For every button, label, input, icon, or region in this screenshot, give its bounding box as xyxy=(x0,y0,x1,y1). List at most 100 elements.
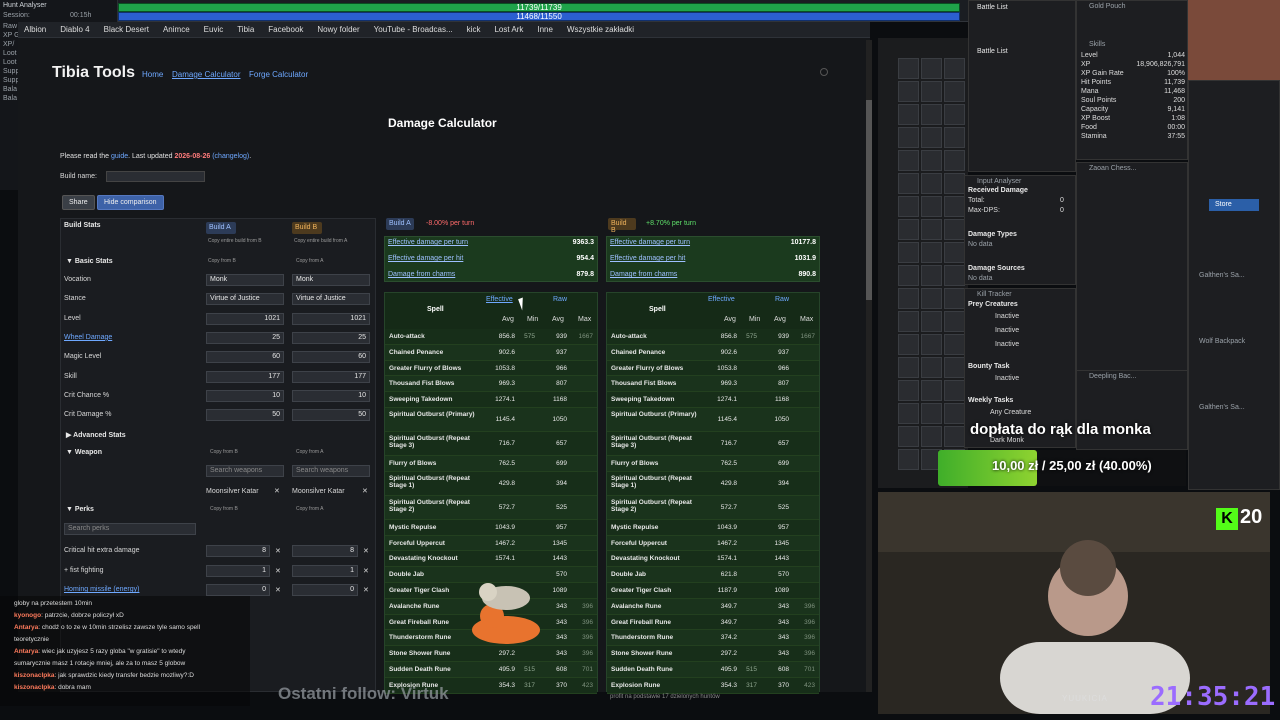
bookmark-item[interactable]: Lost Ark xyxy=(494,25,523,34)
remove-perk-b-icon[interactable]: ✕ xyxy=(363,586,369,594)
stat-b-input[interactable]: Monk xyxy=(292,274,370,286)
search-weapons-b[interactable]: Search weapons xyxy=(292,465,370,477)
basic-stats-toggle[interactable]: ▼ Basic Stats xyxy=(66,258,113,265)
stat-a-input[interactable]: 50 xyxy=(206,409,284,422)
creature-slot[interactable] xyxy=(944,403,965,424)
creature-slot[interactable] xyxy=(921,403,942,424)
creature-slot[interactable] xyxy=(898,380,919,401)
creature-slot[interactable] xyxy=(921,104,942,125)
copy-entire-from-b[interactable]: Copy entire build from B xyxy=(208,238,262,244)
theme-toggle-icon[interactable] xyxy=(820,68,828,76)
creature-slot[interactable] xyxy=(944,58,965,79)
copy-perks-from-a[interactable]: Copy from A xyxy=(296,506,324,512)
stat-b-input[interactable]: 177 xyxy=(292,370,370,383)
creature-slot[interactable] xyxy=(921,127,942,148)
creature-slot[interactable] xyxy=(944,81,965,102)
bookmark-item[interactable]: kick xyxy=(467,25,481,34)
bookmark-item[interactable]: YouTube - Broadcas... xyxy=(374,25,453,34)
stat-a-input[interactable]: Virtue of Justice xyxy=(206,293,284,306)
changelog-link[interactable]: (changelog) xyxy=(212,153,249,160)
bookmark-item[interactable]: Nowy folder xyxy=(317,25,359,34)
col-effective[interactable]: Effective xyxy=(708,296,735,303)
creature-slot[interactable] xyxy=(944,380,965,401)
creature-slot[interactable] xyxy=(921,242,942,263)
creature-slot[interactable] xyxy=(921,81,942,102)
creature-slot[interactable] xyxy=(921,288,942,309)
copy-weapon-from-a[interactable]: Copy from A xyxy=(296,449,324,455)
creature-slot[interactable] xyxy=(898,150,919,171)
copy-perks-from-b[interactable]: Copy from B xyxy=(210,506,238,512)
stat-a-input[interactable]: 177 xyxy=(206,370,284,383)
copy-basic-from-a[interactable]: Copy from A xyxy=(296,258,324,264)
perk-b-input[interactable]: 1 xyxy=(292,564,358,577)
creature-slot[interactable] xyxy=(921,311,942,332)
remove-weapon-b-icon[interactable]: ✕ xyxy=(362,487,368,495)
search-weapons-a[interactable]: Search weapons xyxy=(206,465,284,477)
bookmark-item[interactable]: Animce xyxy=(163,25,190,34)
search-perks-input[interactable]: Search perks xyxy=(64,523,196,535)
creature-slot[interactable] xyxy=(921,357,942,378)
perk-a-input[interactable]: 0 xyxy=(206,584,270,596)
creature-slot[interactable] xyxy=(898,334,919,355)
creature-slot[interactable] xyxy=(944,426,965,447)
remove-perk-a-icon[interactable]: ✕ xyxy=(275,547,281,555)
stat-b-input[interactable]: Virtue of Justice xyxy=(292,293,370,306)
copy-entire-from-a[interactable]: Copy entire build from A xyxy=(294,238,347,244)
creature-slot[interactable] xyxy=(921,265,942,286)
store-button[interactable]: Store xyxy=(1209,199,1259,211)
bookmark-item[interactable]: Diablo 4 xyxy=(60,25,89,34)
bookmark-item[interactable]: Albion xyxy=(24,25,46,34)
nav-forge-calculator[interactable]: Forge Calculator xyxy=(249,70,308,79)
creature-slot[interactable] xyxy=(898,426,919,447)
remove-perk-b-icon[interactable]: ✕ xyxy=(363,567,369,575)
creature-slot[interactable] xyxy=(898,311,919,332)
bookmark-item[interactable]: Tibia xyxy=(237,25,254,34)
bookmark-item[interactable]: Inne xyxy=(537,25,553,34)
creature-slot[interactable] xyxy=(898,403,919,424)
creature-slot[interactable] xyxy=(921,219,942,240)
creature-slot[interactable] xyxy=(944,288,965,309)
creature-slot[interactable] xyxy=(898,196,919,217)
nav-damage-calculator[interactable]: Damage Calculator xyxy=(172,70,240,79)
creature-slot[interactable] xyxy=(921,380,942,401)
creature-slot[interactable] xyxy=(898,449,919,470)
remove-perk-b-icon[interactable]: ✕ xyxy=(363,547,369,555)
creature-slot[interactable] xyxy=(944,127,965,148)
creature-slot[interactable] xyxy=(944,311,965,332)
stat-b-input[interactable]: 25 xyxy=(292,331,370,344)
creature-slot[interactable] xyxy=(944,265,965,286)
col-effective[interactable]: Effective xyxy=(486,296,513,303)
creature-slot[interactable] xyxy=(944,357,965,378)
stat-a-input[interactable]: 25 xyxy=(206,331,284,344)
creature-slot[interactable] xyxy=(944,334,965,355)
remove-perk-a-icon[interactable]: ✕ xyxy=(275,586,281,594)
prey-slot-3[interactable]: Inactive xyxy=(995,340,1019,349)
stat-a-input[interactable]: 1021 xyxy=(206,312,284,325)
creature-slot[interactable] xyxy=(944,219,965,240)
bookmark-item[interactable]: Euvic xyxy=(204,25,224,34)
creature-slot[interactable] xyxy=(921,150,942,171)
stat-b-input[interactable]: 10 xyxy=(292,389,370,402)
creature-slot[interactable] xyxy=(944,242,965,263)
bookmark-item[interactable]: Black Desert xyxy=(104,25,149,34)
hide-comparison-button[interactable]: Hide comparison xyxy=(97,195,164,210)
copy-basic-from-b[interactable]: Copy from B xyxy=(208,258,236,264)
stat-a-input[interactable]: Monk xyxy=(206,274,284,286)
creature-slot[interactable] xyxy=(898,173,919,194)
perk-a-input[interactable]: 8 xyxy=(206,545,270,557)
creature-slot[interactable] xyxy=(944,173,965,194)
creature-slot[interactable] xyxy=(898,242,919,263)
creature-slot[interactable] xyxy=(898,127,919,148)
perk-b-input[interactable]: 0 xyxy=(292,584,358,596)
col-raw[interactable]: Raw xyxy=(775,296,789,303)
nav-home[interactable]: Home xyxy=(142,70,163,79)
creature-slot[interactable] xyxy=(921,173,942,194)
stat-b-input[interactable]: 1021 xyxy=(292,312,370,325)
creature-slot[interactable] xyxy=(921,196,942,217)
creature-slot[interactable] xyxy=(898,219,919,240)
creature-slot[interactable] xyxy=(898,81,919,102)
creature-slot[interactable] xyxy=(944,196,965,217)
remove-weapon-a-icon[interactable]: ✕ xyxy=(274,487,280,495)
copy-weapon-from-b[interactable]: Copy from B xyxy=(210,449,238,455)
remove-perk-a-icon[interactable]: ✕ xyxy=(275,567,281,575)
